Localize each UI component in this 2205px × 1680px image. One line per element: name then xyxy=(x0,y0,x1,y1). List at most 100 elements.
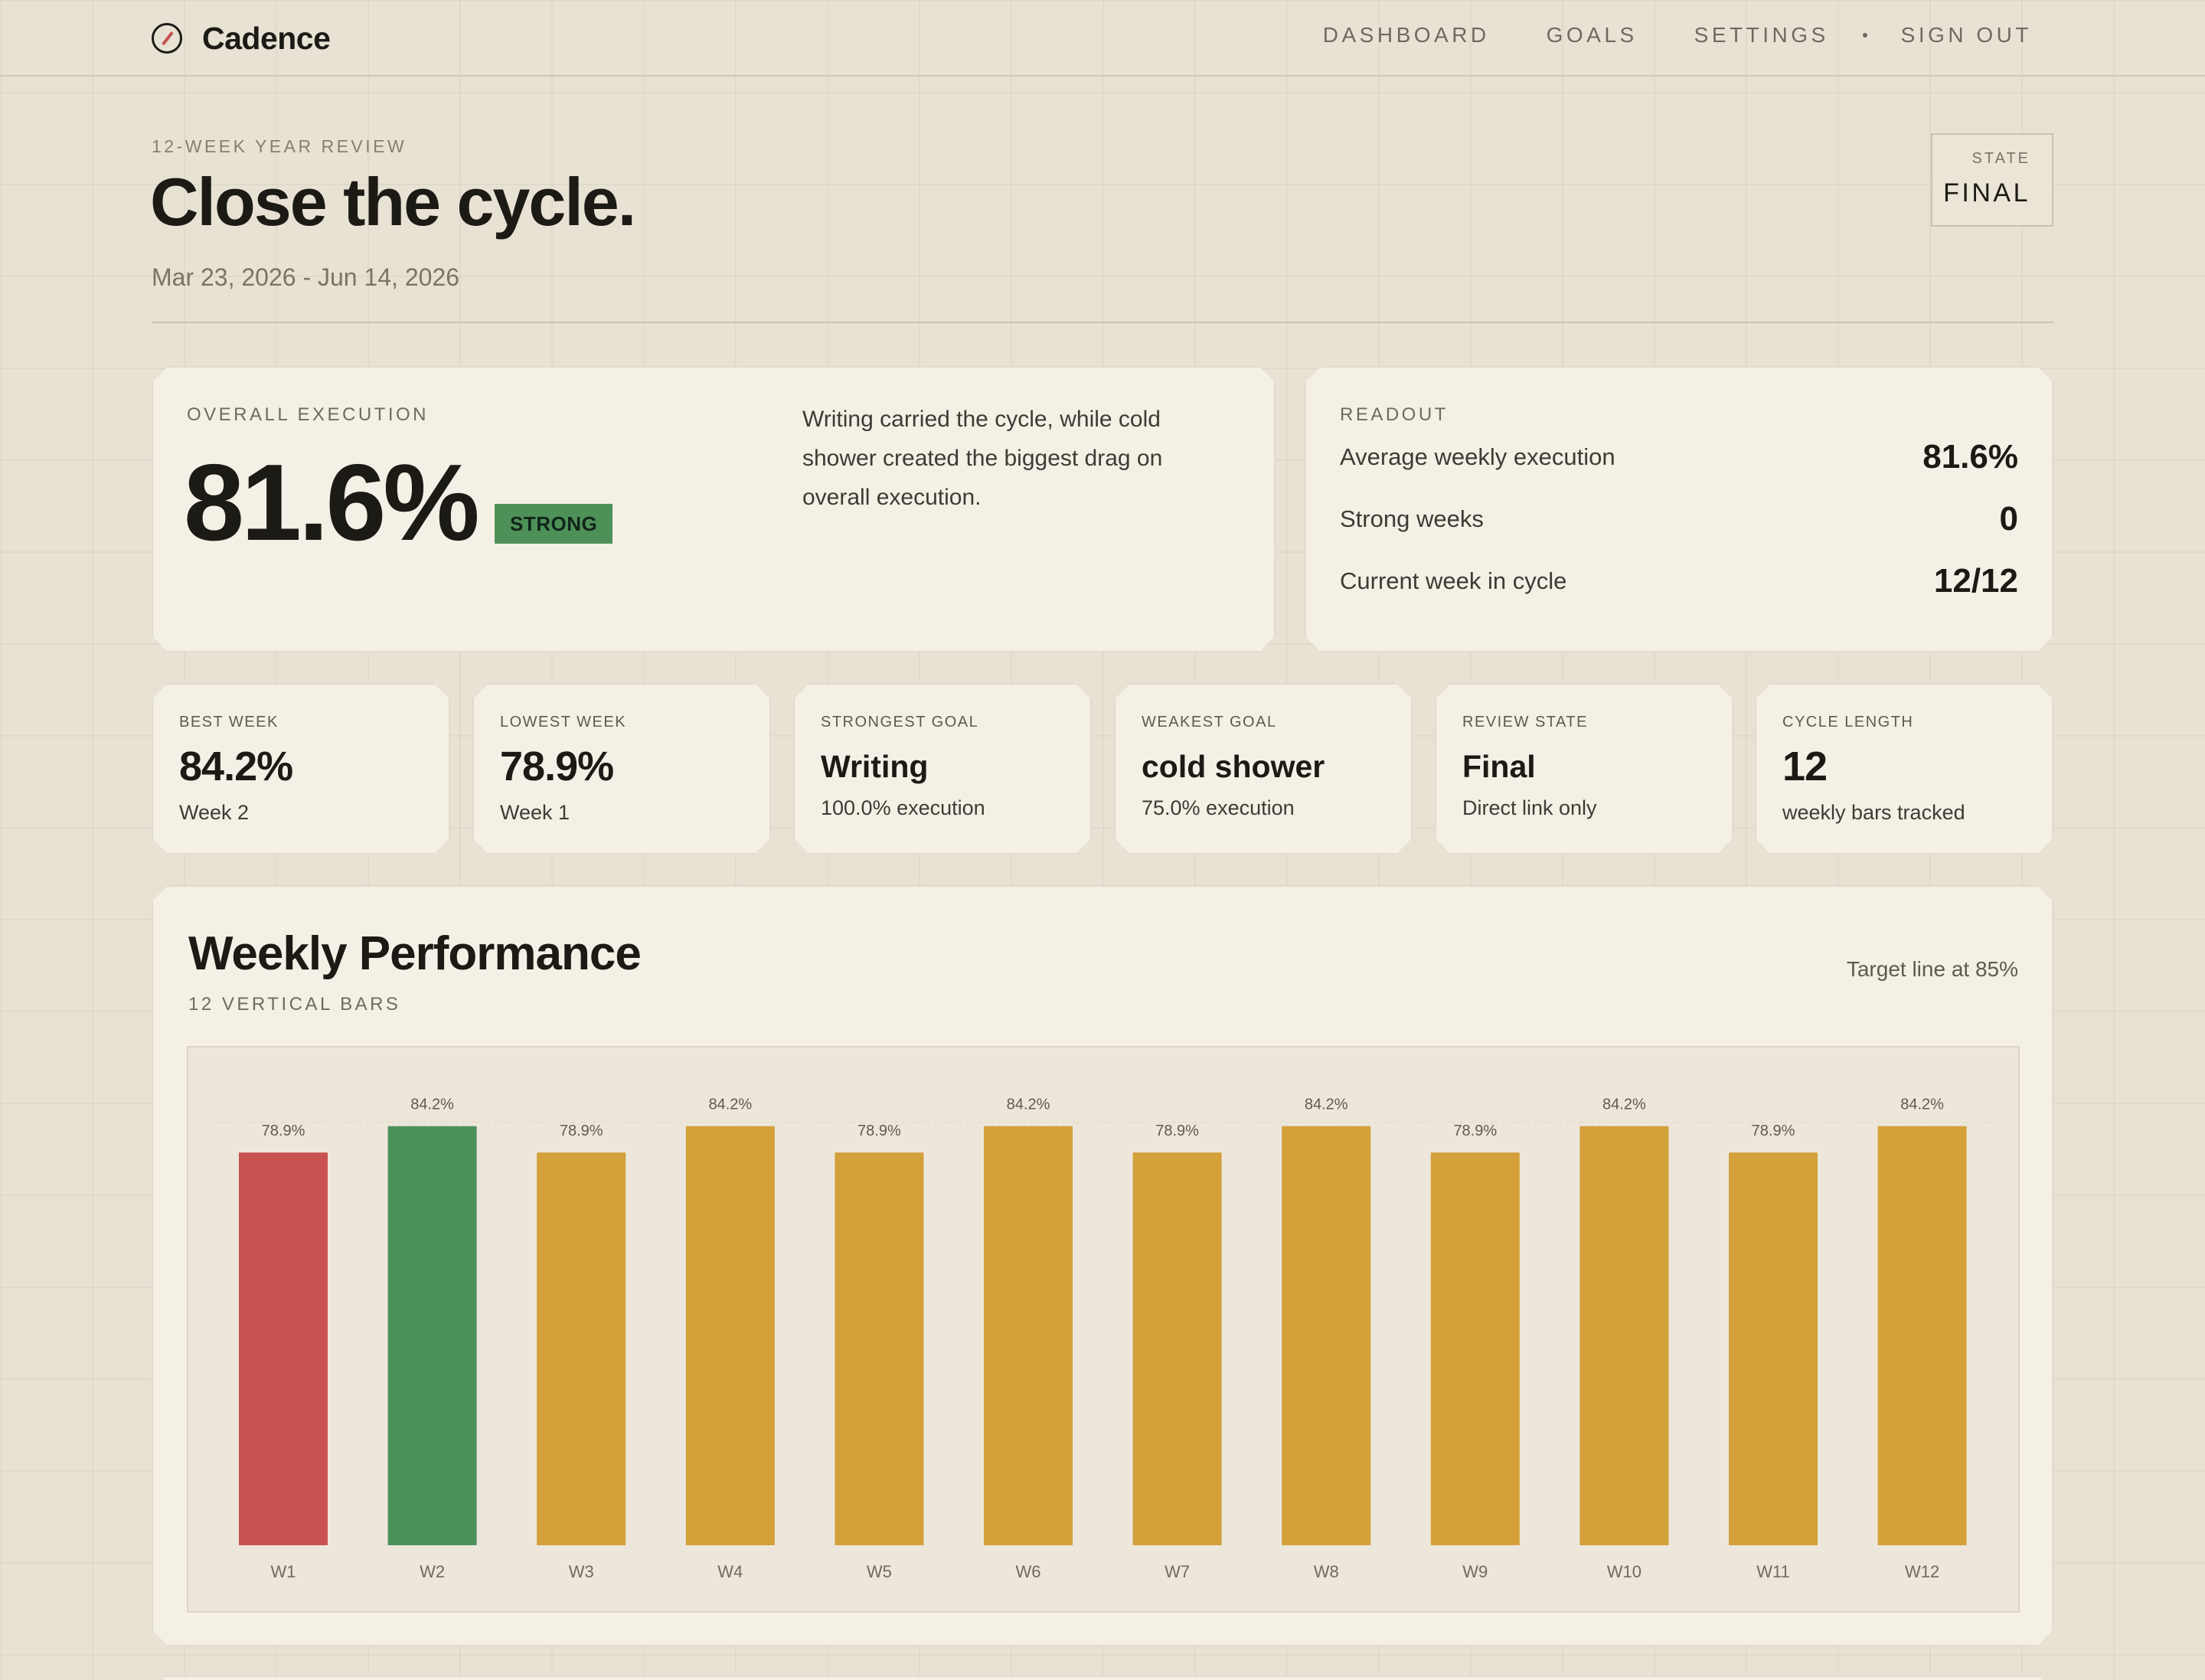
bar-w4 xyxy=(686,1126,775,1545)
execution-value: 81.6% xyxy=(184,442,477,564)
execution-label: OVERALL EXECUTION xyxy=(187,404,430,425)
brand-name: Cadence xyxy=(202,20,331,56)
readout-value: 81.6% xyxy=(1922,438,2018,476)
bar-w1 xyxy=(239,1152,328,1545)
x-tick-label: W3 xyxy=(569,1562,594,1581)
stat-value: Writing xyxy=(821,749,929,784)
stat-card-lowest-week: LOWEST WEEK 78.9% Week 1 xyxy=(472,683,771,855)
bar-w9 xyxy=(1431,1152,1520,1545)
bar-w12 xyxy=(1878,1126,1967,1545)
stat-label: LOWEST WEEK xyxy=(500,714,627,731)
stat-value: 84.2% xyxy=(179,744,293,789)
status-badge: STRONG xyxy=(495,504,612,544)
state-box: STATE FINAL xyxy=(1931,133,2053,227)
bar-chart-svg: 78.9% W1 84.2% W2 78.9% W3 84.2% W4 78.9% W5 84.2%… xyxy=(188,1048,2018,1611)
bar-w3 xyxy=(537,1152,626,1545)
nav-goals[interactable]: GOALS xyxy=(1547,23,1638,47)
compass-icon xyxy=(152,23,182,54)
x-tick-label: W11 xyxy=(1756,1562,1790,1581)
bar-chart: 78.9% W1 84.2% W2 78.9% W3 84.2% W4 78.9% W5 84.2%… xyxy=(187,1046,2020,1613)
readout-row: Current week in cycle 12/12 xyxy=(1340,562,2018,600)
state-label: STATE xyxy=(1971,150,2030,167)
page-title: Close the cycle. xyxy=(150,164,636,240)
x-tick-label: W9 xyxy=(1462,1562,1488,1581)
bar-w5 xyxy=(835,1152,923,1545)
x-tick-label: W7 xyxy=(1165,1562,1190,1581)
bar-w11 xyxy=(1729,1152,1818,1545)
stat-sub: Week 2 xyxy=(179,801,250,824)
x-tick-label: W8 xyxy=(1314,1562,1339,1581)
stat-value: 12 xyxy=(1782,744,1828,789)
stat-card-review-state: REVIEW STATE Final Direct link only xyxy=(1435,683,1733,855)
data-label: 84.2% xyxy=(410,1097,454,1113)
data-label: 84.2% xyxy=(1007,1097,1050,1113)
top-bar: Cadence DASHBOARD GOALS SETTINGS SIGN OU… xyxy=(0,0,2205,77)
main-nav: DASHBOARD GOALS SETTINGS SIGN OUT xyxy=(1323,23,2032,47)
x-tick-label: W6 xyxy=(1016,1562,1041,1581)
x-tick-label: W5 xyxy=(867,1562,892,1581)
date-range: Mar 23, 2026 - Jun 14, 2026 xyxy=(152,263,460,291)
stat-value: cold shower xyxy=(1142,749,1325,784)
data-label: 84.2% xyxy=(1305,1097,1348,1113)
stat-card-best-week: BEST WEEK 84.2% Week 2 xyxy=(152,683,450,855)
readout-label: READOUT xyxy=(1340,404,1449,425)
bar-w10 xyxy=(1579,1126,1668,1545)
bar-w6 xyxy=(984,1126,1073,1545)
nav-settings[interactable]: SETTINGS xyxy=(1694,23,1829,47)
bar-w8 xyxy=(1282,1126,1370,1545)
overall-execution-card: OVERALL EXECUTION 81.6% STRONG Writing c… xyxy=(152,366,1276,652)
x-tick-label: W4 xyxy=(717,1562,743,1581)
stat-sub: weekly bars tracked xyxy=(1782,801,1965,824)
brand[interactable]: Cadence xyxy=(152,20,331,57)
next-section-edge xyxy=(164,1675,2041,1680)
data-label: 78.9% xyxy=(1453,1123,1497,1139)
stat-card-strongest-goal: STRONGEST GOAL Writing 100.0% execution xyxy=(793,683,1092,855)
data-label: 78.9% xyxy=(262,1123,305,1139)
x-tick-label: W10 xyxy=(1607,1562,1642,1581)
chart-subtitle: 12 VERTICAL BARS xyxy=(188,994,401,1015)
stat-label: WEAKEST GOAL xyxy=(1142,714,1277,731)
bar-w7 xyxy=(1133,1152,1222,1545)
state-value: FINAL xyxy=(1943,178,2030,208)
sign-out-link[interactable]: SIGN OUT xyxy=(1901,23,2032,47)
readout-value: 0 xyxy=(1999,500,2018,538)
chart-title: Weekly Performance xyxy=(188,927,641,980)
nav-dashboard[interactable]: DASHBOARD xyxy=(1323,23,1490,47)
stat-label: BEST WEEK xyxy=(179,714,279,731)
review-eyebrow: 12-WEEK YEAR REVIEW xyxy=(152,136,407,156)
stat-label: REVIEW STATE xyxy=(1462,714,1588,731)
readout-card: READOUT Average weekly execution 81.6% S… xyxy=(1305,366,2053,652)
stat-sub: Week 1 xyxy=(500,801,570,824)
divider xyxy=(152,322,2053,323)
data-label: 78.9% xyxy=(1752,1123,1795,1139)
stat-label: STRONGEST GOAL xyxy=(821,714,979,731)
readout-key: Current week in cycle xyxy=(1340,567,1567,594)
target-note: Target line at 85% xyxy=(1846,957,2018,981)
readout-row: Average weekly execution 81.6% xyxy=(1340,438,2018,476)
nav-separator xyxy=(1862,33,1867,38)
readout-row: Strong weeks 0 xyxy=(1340,500,2018,538)
weekly-performance-card: Weekly Performance 12 VERTICAL BARS Targ… xyxy=(152,885,2053,1646)
data-label: 78.9% xyxy=(858,1123,901,1139)
readout-value: 12/12 xyxy=(1933,562,2018,600)
data-label: 78.9% xyxy=(1155,1123,1199,1139)
data-label: 84.2% xyxy=(1602,1097,1646,1113)
x-tick-label: W1 xyxy=(271,1562,296,1581)
stat-sub: Direct link only xyxy=(1462,796,1597,819)
readout-key: Average weekly execution xyxy=(1340,443,1615,470)
x-tick-label: W12 xyxy=(1905,1562,1939,1581)
stat-sub: 75.0% execution xyxy=(1142,796,1295,819)
stat-card-weakest-goal: WEAKEST GOAL cold shower 75.0% execution xyxy=(1114,683,1413,855)
stat-sub: 100.0% execution xyxy=(821,796,985,819)
data-label: 84.2% xyxy=(708,1097,752,1113)
bar-w2 xyxy=(388,1126,477,1545)
stat-label: CYCLE LENGTH xyxy=(1782,714,1914,731)
stat-card-cycle-length: CYCLE LENGTH 12 weekly bars tracked xyxy=(1755,683,2053,855)
readout-key: Strong weeks xyxy=(1340,505,1484,532)
stat-value: 78.9% xyxy=(500,744,614,789)
data-label: 84.2% xyxy=(1900,1097,1944,1113)
execution-summary: Writing carried the cycle, while cold sh… xyxy=(802,407,1163,510)
stat-value: Final xyxy=(1462,749,1536,784)
data-label: 78.9% xyxy=(560,1123,603,1139)
x-tick-label: W2 xyxy=(420,1562,445,1581)
